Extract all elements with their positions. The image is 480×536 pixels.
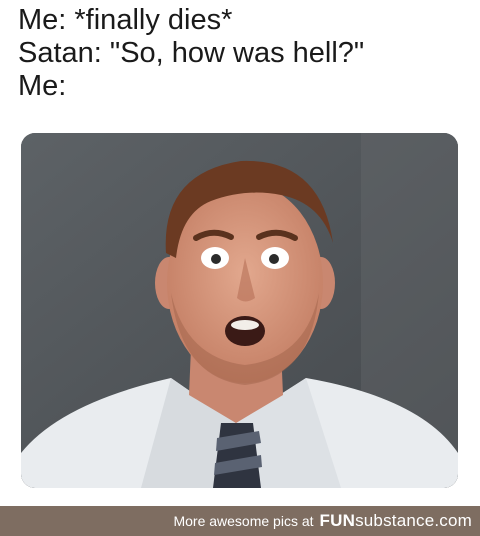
brand-rest: substance.com xyxy=(355,511,472,530)
caption-line-3: Me: xyxy=(18,70,67,102)
footer-prefix: More awesome pics at xyxy=(173,513,314,529)
reaction-photo xyxy=(21,133,458,488)
caption-line-2: Satan: "So, how was hell?" xyxy=(18,37,365,69)
watermark-footer: More awesome pics at FUNsubstance.com xyxy=(0,506,480,536)
brand-bold: FUN xyxy=(319,511,356,530)
brand-logo[interactable]: FUNsubstance.com xyxy=(320,511,472,531)
caption-line-1: Me: *finally dies* xyxy=(18,4,233,36)
meme-caption: Me: *finally dies* Satan: "So, how was h… xyxy=(18,4,364,103)
shocked-face-illustration xyxy=(21,133,458,488)
